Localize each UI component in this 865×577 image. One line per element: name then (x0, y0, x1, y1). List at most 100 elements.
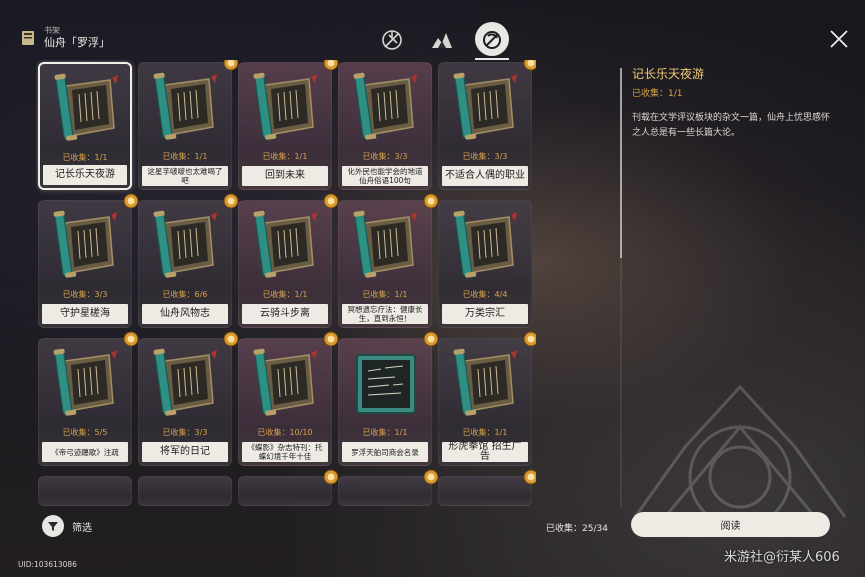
scroll-icon (353, 210, 417, 278)
category-tabs (372, 20, 512, 60)
book-card[interactable]: 已收集：1/1 记长乐天夜游 (38, 62, 132, 190)
book-collected-count: 已收集：1/1 (362, 428, 408, 437)
breadcrumb-section: 书架 (44, 26, 60, 35)
new-entry-badge-icon (523, 469, 536, 485)
book-collected-count: 已收集：1/1 (362, 290, 408, 299)
read-button[interactable]: 阅读 (631, 512, 830, 537)
book-card[interactable]: 已收集：1/1 冥想遗忘疗法：健康长生，直到永恒！ (338, 193, 439, 328)
filter-button[interactable]: 筛选 (42, 515, 92, 537)
new-entry-badge-icon (423, 193, 439, 209)
new-entry-badge-icon (223, 331, 239, 347)
watermark: 米游社@衍某人606 (724, 550, 840, 565)
book-collected-count: 已收集：4/4 (462, 290, 508, 299)
book-card-partial[interactable] (338, 469, 439, 506)
scrollbar-thumb[interactable] (620, 68, 622, 258)
detail-collected-count: 已收集：1/1 (632, 89, 683, 99)
new-entry-badge-icon (223, 60, 239, 71)
book-title: 化外民也能学会的地道仙舟俗语100句 (342, 166, 428, 186)
scroll-icon (153, 348, 217, 416)
book-title: 将军的日记 (142, 442, 228, 462)
book-collected-count: 已收集：3/3 (62, 290, 108, 299)
new-entry-badge-icon (323, 60, 339, 71)
uid-label: UID:103613086 (18, 560, 77, 569)
book-card[interactable]: 已收集：1/1 形虎拳馆 招生广告 (438, 331, 536, 466)
tab-category-1[interactable] (372, 20, 412, 60)
scroll-icon (153, 210, 217, 278)
book-card[interactable]: 已收集：10/10 《蝶影》杂志特刊：托蝶幻境千年十佳 (238, 331, 339, 466)
scroll-icon (453, 348, 517, 416)
book-card[interactable]: 已收集：3/3 化外民也能学会的地道仙舟俗语100句 (338, 62, 432, 190)
book-card[interactable]: 已收集：1/1 罗浮天舶司商会名录 (338, 331, 439, 466)
page-title: 仙舟「罗浮」 (44, 36, 110, 49)
book-card[interactable]: 已收集：3/3 将军的日记 (138, 331, 239, 466)
book-collected-count: 已收集：1/1 (62, 153, 108, 162)
scroll-icon (53, 210, 117, 278)
scroll-icon (353, 72, 417, 140)
book-card[interactable]: 已收集：3/3 守护星槎海 (38, 193, 139, 328)
new-entry-badge-icon (323, 469, 339, 485)
breadcrumb: 书架 仙舟「罗浮」 (20, 26, 110, 50)
scroll-icon (453, 210, 517, 278)
book-card-partial[interactable] (238, 469, 339, 506)
book-card[interactable]: 已收集：5/5 《帝弓迹躔歌》注疏 (38, 331, 139, 466)
new-entry-badge-icon (223, 193, 239, 209)
book-grid[interactable]: 已收集：1/1 记长乐天夜游 已收集：1/1 这星芋啵啵也太难喝了吧 已收集：1/1 回到… (36, 60, 536, 512)
book-card[interactable]: 已收集：3/3 不适合人偶的职业 (438, 60, 536, 190)
book-card[interactable]: 已收集：4/4 万类宗汇 (438, 200, 532, 328)
book-title: 不适合人偶的职业 (442, 166, 528, 186)
new-entry-badge-icon (423, 469, 439, 485)
detail-description: 刊载在文学评议板块的杂文一篇，仙舟上忧思感怀之人总是有一些长篇大论。 (632, 113, 831, 138)
book-title: 罗浮天舶司商会名录 (342, 442, 428, 462)
new-entry-badge-icon (323, 331, 339, 347)
book-collected-count: 已收集：3/3 (362, 152, 408, 161)
new-entry-badge-icon (123, 331, 139, 347)
scroll-icon (153, 72, 217, 140)
book-title: 云骑斗步离 (242, 304, 328, 324)
detail-title: 记长乐天夜游 (632, 67, 705, 81)
new-entry-badge-icon (123, 193, 139, 209)
book-title: 这星芋啵啵也太难喝了吧 (142, 166, 228, 186)
scrollbar[interactable] (620, 68, 622, 508)
tab-category-2[interactable] (422, 20, 462, 60)
book-collected-count: 已收集：10/10 (257, 428, 313, 437)
peaks-emblem-icon (432, 33, 452, 48)
book-collected-count: 已收集：1/1 (162, 152, 208, 161)
book-title: 仙舟风物志 (142, 304, 228, 324)
book-card[interactable]: 已收集：1/1 回到未来 (238, 60, 339, 190)
scroll-icon (253, 210, 317, 278)
bookshelf-icon (22, 31, 34, 45)
scroll-icon (253, 72, 317, 140)
scroll-icon (54, 73, 118, 141)
scroll-icon (53, 348, 117, 416)
scroll-icon (253, 348, 317, 416)
book-card[interactable]: 已收集：1/1 这星芋啵啵也太难喝了吧 (138, 60, 239, 190)
scroll-icon (453, 72, 517, 140)
book-card[interactable]: 已收集：6/6 仙舟风物志 (138, 193, 239, 328)
book-collected-count: 已收集：5/5 (62, 428, 108, 437)
book-collected-count: 已收集：6/6 (162, 290, 208, 299)
book-title: 回到未来 (242, 166, 328, 186)
book-card[interactable]: 已收集：1/1 云骑斗步离 (238, 193, 339, 328)
book-title: 形虎拳馆 招生广告 (442, 442, 528, 462)
new-entry-badge-icon (323, 193, 339, 209)
book-card-partial[interactable] (438, 469, 536, 506)
book-card-partial[interactable] (38, 476, 132, 506)
new-entry-badge-icon (423, 331, 439, 347)
new-entry-badge-icon (523, 60, 536, 71)
book-collected-count: 已收集：1/1 (462, 428, 508, 437)
tab-category-3[interactable] (472, 20, 512, 60)
filter-icon (42, 515, 64, 537)
book-collected-count: 已收集：3/3 (462, 152, 508, 161)
new-entry-badge-icon (523, 331, 536, 347)
book-collected-count: 已收集：1/1 (262, 152, 308, 161)
tree-emblem-icon (382, 30, 402, 50)
collected-total: 已收集：25/34 (546, 524, 608, 534)
filter-label: 筛选 (72, 522, 92, 534)
book-detail-panel: 记长乐天夜游 已收集：1/1 刊载在文学评议板块的杂文一篇，仙舟上忧思感怀之人总… (632, 66, 832, 141)
book-title: 守护星槎海 (42, 304, 128, 324)
book-card-partial[interactable] (138, 476, 232, 506)
book-collected-count: 已收集：1/1 (262, 290, 308, 299)
book-title: 万类宗汇 (442, 304, 528, 324)
close-icon[interactable] (826, 26, 852, 52)
book-title: 《蝶影》杂志特刊：托蝶幻境千年十佳 (242, 442, 328, 462)
